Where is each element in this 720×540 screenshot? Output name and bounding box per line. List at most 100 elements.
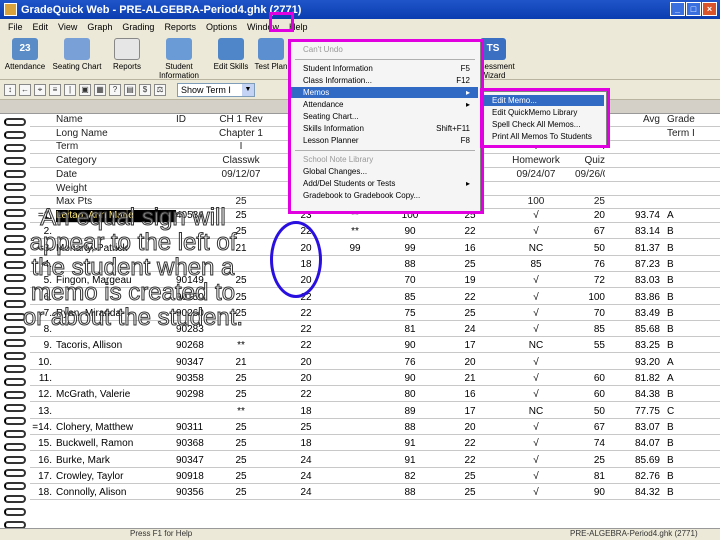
cell-avg[interactable]: 83.49: [630, 308, 660, 320]
cell-hw[interactable]: 85: [506, 259, 566, 271]
cell-grade[interactable]: B: [667, 292, 707, 304]
cell-grade[interactable]: B: [667, 422, 707, 434]
cell-num[interactable]: 16.: [30, 455, 52, 467]
cell-avg[interactable]: 85.68: [630, 324, 660, 336]
cell-grade[interactable]: Term I: [667, 128, 707, 140]
cell-ch1[interactable]: Classwk: [216, 155, 266, 167]
cell-id[interactable]: ID: [176, 114, 216, 126]
cell-grade[interactable]: B: [667, 340, 707, 352]
cell-c5[interactable]: 90: [385, 373, 435, 385]
cell-c6[interactable]: 25: [445, 471, 495, 483]
cell-quiz[interactable]: 60: [575, 373, 605, 385]
cell-num[interactable]: 10.: [30, 357, 52, 369]
cell-avg[interactable]: 77.75: [630, 406, 660, 418]
cell-num[interactable]: 13.: [30, 406, 52, 418]
list-icon[interactable]: ≡: [49, 83, 61, 96]
student-row[interactable]: 9. Tacoris, Allison 90268 ** 22 90 17 NC 55 83.25…: [30, 340, 720, 354]
cell-ch1[interactable]: 25: [216, 373, 266, 385]
menu-reports[interactable]: Reports: [159, 22, 201, 32]
cell-avg[interactable]: 84.07: [630, 438, 660, 450]
cell-avg[interactable]: [630, 155, 660, 167]
grid-icon[interactable]: ▦: [94, 83, 106, 96]
cell-c4[interactable]: [330, 357, 380, 369]
cell-c5[interactable]: 90: [385, 340, 435, 352]
cell-ch1[interactable]: I: [216, 141, 266, 153]
cell-grade[interactable]: B: [667, 243, 707, 255]
cell-grade[interactable]: A: [667, 373, 707, 385]
cell-num[interactable]: =14.: [30, 422, 52, 434]
cell-c3[interactable]: 24: [286, 455, 326, 467]
help-icon[interactable]: ?: [109, 83, 121, 96]
cell-name[interactable]: Long Name: [56, 128, 176, 140]
cell-grade[interactable]: B: [667, 259, 707, 271]
pin-icon[interactable]: ⌖: [34, 83, 46, 96]
cell-avg[interactable]: 85.69: [630, 455, 660, 467]
cell-quiz[interactable]: 72: [575, 275, 605, 287]
cell-c6[interactable]: 17: [445, 340, 495, 352]
cell-quiz[interactable]: 85: [575, 324, 605, 336]
cell-c4[interactable]: [330, 340, 380, 352]
cell-grade[interactable]: [667, 141, 707, 153]
cell-hw[interactable]: √: [506, 308, 566, 320]
cell-name[interactable]: Crowley, Taylor: [56, 471, 176, 483]
cell-ch1[interactable]: CH 1 Rev: [216, 114, 266, 126]
cell-avg[interactable]: 83.07: [630, 422, 660, 434]
cell-quiz[interactable]: 70: [575, 308, 605, 320]
cell-name[interactable]: Buckwell, Ramon: [56, 438, 176, 450]
cell-grade[interactable]: A: [667, 357, 707, 369]
edit-skills-button[interactable]: Edit Skills: [206, 38, 256, 71]
cell-grade[interactable]: [667, 155, 707, 167]
cell-avg[interactable]: 82.76: [630, 471, 660, 483]
cell-hw[interactable]: NC: [506, 406, 566, 418]
cell-c4[interactable]: 99: [330, 243, 380, 255]
cell-name[interactable]: Date: [56, 169, 176, 181]
term-select[interactable]: Show Term I ▼: [177, 82, 255, 97]
student-row[interactable]: 11. 90358 25 20 90 21 √ 60 81.82 A: [30, 373, 720, 386]
student-row[interactable]: 12. McGrath, Valerie 90298 25 22 80 16 √ 60 84.38…: [30, 389, 720, 403]
cell-num[interactable]: 15.: [30, 438, 52, 450]
student-information-button[interactable]: Student Information: [154, 38, 204, 80]
seating-chart-button[interactable]: Seating Chart: [52, 38, 102, 71]
cell-c5[interactable]: 91: [385, 438, 435, 450]
cell-hw[interactable]: √: [506, 210, 566, 222]
cell-quiz[interactable]: 50: [575, 243, 605, 255]
cell-c4[interactable]: [330, 471, 380, 483]
cell-c6[interactable]: 20: [445, 357, 495, 369]
cell-hw[interactable]: Homework: [506, 155, 566, 167]
cell-avg[interactable]: 81.82: [630, 373, 660, 385]
cell-hw[interactable]: √: [506, 389, 566, 401]
cell-c5[interactable]: 70: [385, 275, 435, 287]
cell-quiz[interactable]: 76: [575, 259, 605, 271]
cell-avg[interactable]: 83.86: [630, 292, 660, 304]
cell-hw[interactable]: √: [506, 324, 566, 336]
cell-quiz[interactable]: 09/26/07: [575, 169, 605, 181]
cell-quiz[interactable]: 25: [575, 455, 605, 467]
cell-c6[interactable]: 20: [445, 422, 495, 434]
balance-icon[interactable]: ⚖: [154, 83, 166, 96]
cell-quiz[interactable]: 55: [575, 340, 605, 352]
cell-quiz[interactable]: 67: [575, 422, 605, 434]
cell-avg[interactable]: Avg: [630, 114, 660, 126]
dollar-icon[interactable]: $: [139, 83, 151, 96]
cell-ch1[interactable]: 25: [216, 389, 266, 401]
cell-c4[interactable]: [330, 389, 380, 401]
cell-ch1[interactable]: Chapter 1: [216, 128, 266, 140]
cell-c5[interactable]: 99: [385, 243, 435, 255]
cell-ch1[interactable]: 25: [216, 422, 266, 434]
cell-quiz[interactable]: 100: [575, 292, 605, 304]
cell-name[interactable]: Weight: [56, 183, 176, 195]
student-row[interactable]: 16. Burke, Mark 90347 25 24 91 22 √ 25 85.69 B: [30, 455, 720, 468]
cell-name[interactable]: Connolly, Alison: [56, 487, 176, 499]
cell-quiz[interactable]: 60: [575, 389, 605, 401]
cell-name[interactable]: Name: [56, 114, 176, 126]
cell-c6[interactable]: 22: [445, 226, 495, 238]
cell-name[interactable]: Clohery, Matthew: [56, 422, 176, 434]
camera-icon[interactable]: ▣: [79, 83, 91, 96]
cell-avg[interactable]: 93.74: [630, 210, 660, 222]
cell-c3[interactable]: 22: [286, 340, 326, 352]
minimize-button[interactable]: _: [670, 2, 685, 16]
cell-hw[interactable]: √: [506, 422, 566, 434]
cell-ch1[interactable]: 25: [216, 471, 266, 483]
reports-button[interactable]: Reports: [102, 38, 152, 71]
cell-c6[interactable]: 22: [445, 455, 495, 467]
